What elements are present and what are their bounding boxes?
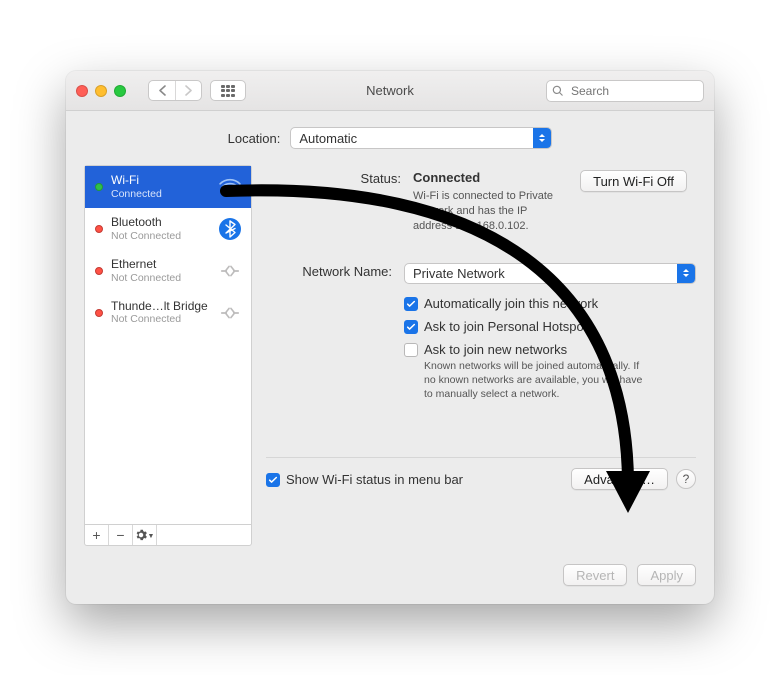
auto-join-checkbox-row[interactable]: Automatically join this network — [404, 296, 696, 311]
sidebar-item-ethernet[interactable]: Ethernet Not Connected — [85, 250, 251, 292]
minimize-button[interactable] — [95, 85, 107, 97]
add-service-button[interactable]: + — [85, 525, 109, 545]
auto-join-label: Automatically join this network — [424, 296, 598, 311]
network-name-select[interactable]: Private Network — [404, 263, 696, 284]
search-input[interactable] — [546, 80, 704, 102]
service-sub: Not Connected — [111, 313, 211, 325]
footer-buttons: Revert Apply — [66, 564, 714, 604]
forward-button[interactable] — [175, 81, 201, 100]
window-controls — [76, 85, 126, 97]
status-label: Status: — [275, 170, 401, 234]
bluetooth-icon — [219, 218, 241, 240]
search-icon — [552, 85, 564, 97]
titlebar: Network — [66, 71, 714, 111]
network-name-label: Network Name: — [266, 263, 392, 284]
location-value: Automatic — [299, 131, 357, 146]
status-dot-icon — [95, 309, 103, 317]
window-title: Network — [366, 83, 414, 98]
location-label: Location: — [228, 131, 281, 146]
service-actions-button[interactable]: ▼ — [133, 525, 157, 545]
location-select[interactable]: Automatic — [290, 127, 552, 149]
checkbox-icon — [404, 343, 418, 357]
new-networks-sublabel: Known networks will be joined automatica… — [424, 359, 652, 402]
network-name-value: Private Network — [413, 266, 505, 281]
hotspots-label: Ask to join Personal Hotspots — [424, 319, 594, 334]
status-value: Connected — [413, 170, 568, 185]
turn-wifi-off-button[interactable]: Turn Wi-Fi Off — [580, 170, 687, 192]
sidebar-item-bluetooth[interactable]: Bluetooth Not Connected — [85, 208, 251, 250]
service-name: Wi-Fi — [111, 174, 211, 188]
checkbox-icon[interactable] — [266, 473, 280, 487]
service-sub: Not Connected — [111, 230, 211, 242]
status-dot-icon — [95, 225, 103, 233]
location-row: Location: Automatic — [84, 127, 696, 149]
nav-buttons — [148, 80, 202, 101]
checkbox-icon — [404, 297, 418, 311]
search-field-wrapper — [546, 80, 704, 102]
help-button[interactable]: ? — [676, 469, 696, 489]
service-list: Wi-Fi Connected Bluetooth Not Connected — [84, 165, 252, 525]
service-name: Thunde…lt Bridge — [111, 300, 211, 314]
remove-service-button[interactable]: − — [109, 525, 133, 545]
service-sub: Not Connected — [111, 272, 211, 284]
network-preferences-window: Network Location: Automatic Wi-Fi — [66, 71, 714, 604]
apply-button[interactable]: Apply — [637, 564, 696, 586]
sidebar-column: Wi-Fi Connected Bluetooth Not Connected — [84, 165, 252, 546]
ethernet-icon — [219, 260, 241, 282]
advanced-button[interactable]: Advanced… — [571, 468, 668, 490]
show-status-label: Show Wi-Fi status in menu bar — [286, 472, 463, 487]
wifi-icon — [219, 176, 241, 198]
sidebar-item-thunderbolt-bridge[interactable]: Thunde…lt Bridge Not Connected — [85, 292, 251, 334]
service-name: Ethernet — [111, 258, 211, 272]
show-all-button[interactable] — [210, 80, 246, 101]
new-networks-label: Ask to join new networks — [424, 342, 652, 357]
thunderbolt-icon — [219, 302, 241, 324]
select-arrows-icon — [533, 128, 551, 148]
status-description: Wi-Fi is connected to Private Network an… — [413, 189, 568, 234]
checkbox-icon — [404, 320, 418, 334]
service-sub: Connected — [111, 188, 211, 200]
main-panel: Status: Connected Wi-Fi is connected to … — [266, 165, 696, 546]
back-button[interactable] — [149, 81, 175, 100]
sidebar-item-wifi[interactable]: Wi-Fi Connected — [85, 166, 251, 208]
select-arrows-icon — [677, 264, 695, 283]
service-name: Bluetooth — [111, 216, 211, 230]
zoom-button[interactable] — [114, 85, 126, 97]
status-dot-icon — [95, 267, 103, 275]
hotspots-checkbox-row[interactable]: Ask to join Personal Hotspots — [404, 319, 696, 334]
new-networks-checkbox-row[interactable]: Ask to join new networks Known networks … — [404, 342, 696, 402]
revert-button[interactable]: Revert — [563, 564, 627, 586]
status-dot-icon — [95, 183, 103, 191]
sidebar-toolbar: + − ▼ — [84, 524, 252, 546]
content-area: Location: Automatic Wi-Fi Connected — [66, 111, 714, 564]
panel-bottom-bar: Show Wi-Fi status in menu bar Advanced… … — [266, 457, 696, 490]
close-button[interactable] — [76, 85, 88, 97]
